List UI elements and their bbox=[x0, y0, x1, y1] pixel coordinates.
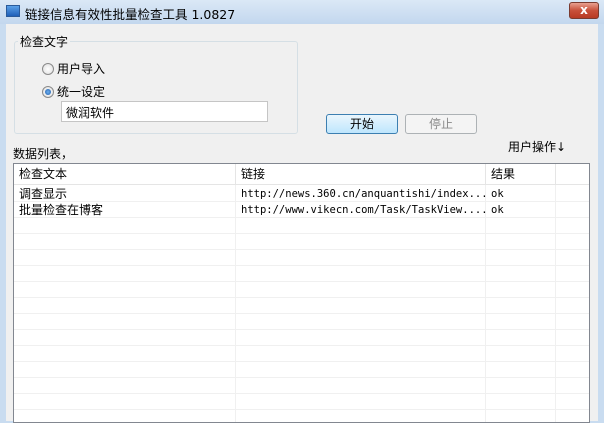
close-button[interactable]: x bbox=[569, 2, 599, 19]
data-list-label: 数据列表， bbox=[13, 147, 74, 161]
column-header-text[interactable]: 检查文本 bbox=[14, 164, 236, 184]
window-client: 检查文字 用户导入 统一设定 微润软件 开始 停止 数据列表， 用户操作↓ 检查… bbox=[6, 24, 598, 423]
empty-row bbox=[14, 314, 589, 330]
cell-text: 批量检查在博客 bbox=[19, 203, 104, 217]
empty-row bbox=[14, 394, 589, 410]
table-row[interactable]: 调查显示 http://news.360.cn/anquantishi/inde… bbox=[14, 186, 589, 202]
radio-uniform-setting[interactable]: 统一设定 bbox=[42, 83, 105, 100]
empty-row bbox=[14, 298, 589, 314]
app-icon bbox=[6, 5, 20, 17]
radio-selected-icon bbox=[42, 85, 54, 98]
cell-link: http://news.360.cn/anquantishi/index... bbox=[241, 188, 486, 200]
empty-row bbox=[14, 218, 589, 234]
radio-user-import[interactable]: 用户导入 bbox=[42, 60, 105, 77]
cell-result: ok bbox=[491, 188, 504, 200]
cell-link: http://www.vikecn.com/Task/TaskView.... bbox=[241, 204, 486, 216]
cell-text: 调查显示 bbox=[19, 187, 68, 201]
window-title: 链接信息有效性批量检查工具 1.0827 bbox=[25, 7, 236, 22]
radio-label: 统一设定 bbox=[57, 85, 106, 99]
list-header: 检查文本 链接 结果 bbox=[14, 164, 589, 185]
check-text-group-label: 检查文字 bbox=[18, 33, 71, 50]
empty-row bbox=[14, 378, 589, 394]
cell-result: ok bbox=[491, 204, 504, 216]
uniform-text-input[interactable]: 微润软件 bbox=[61, 101, 268, 122]
empty-row bbox=[14, 362, 589, 378]
radio-icon bbox=[42, 62, 54, 75]
data-list[interactable]: 检查文本 链接 结果 调查显示 http://news.360.cn/anqua… bbox=[13, 163, 590, 423]
empty-row bbox=[14, 250, 589, 266]
stop-button[interactable]: 停止 bbox=[405, 114, 477, 134]
column-header-link[interactable]: 链接 bbox=[236, 164, 486, 184]
empty-row bbox=[14, 266, 589, 282]
user-operations-menu[interactable]: 用户操作↓ bbox=[508, 138, 566, 155]
empty-row bbox=[14, 346, 589, 362]
empty-row bbox=[14, 234, 589, 250]
table-row[interactable]: 批量检查在博客 http://www.vikecn.com/Task/TaskV… bbox=[14, 202, 589, 218]
column-header-result[interactable]: 结果 bbox=[486, 164, 556, 184]
empty-row bbox=[14, 330, 589, 346]
empty-row bbox=[14, 282, 589, 298]
title-bar: 链接信息有效性批量检查工具 1.0827 x bbox=[0, 0, 604, 24]
radio-label: 用户导入 bbox=[57, 62, 106, 76]
empty-row bbox=[14, 410, 589, 422]
start-button[interactable]: 开始 bbox=[326, 114, 398, 134]
